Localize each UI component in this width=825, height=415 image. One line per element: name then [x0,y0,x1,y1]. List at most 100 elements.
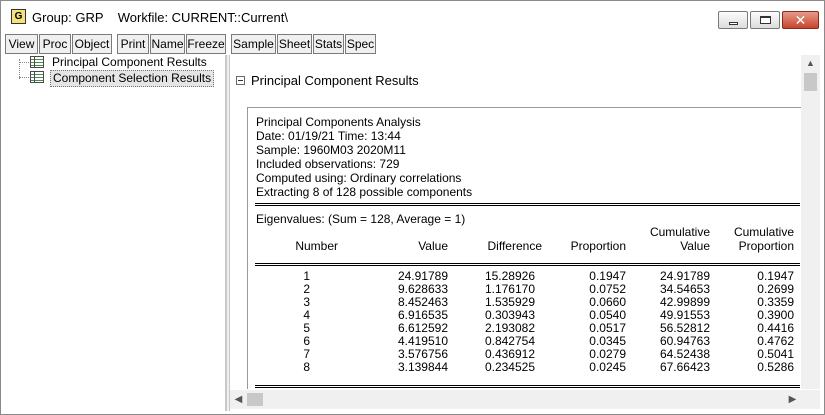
table-cell: 0.0279 [589,347,626,361]
table-cell: 3 [303,295,310,309]
table-cell: 6.916535 [397,308,448,322]
scroll-right-icon[interactable]: ▶ [784,390,801,409]
horizontal-scroll-thumb[interactable] [247,393,263,406]
collapse-minus-icon[interactable] [236,76,245,85]
table-cell: 67.66423 [659,360,710,374]
column-header: Proportion [570,239,626,253]
scrollbar-corner [801,390,820,409]
output-header-line: Principal Components Analysis [256,115,421,129]
stats-button[interactable]: Stats [313,34,344,54]
sample-button[interactable]: Sample [231,34,276,54]
scroll-up-icon[interactable]: ▲ [801,55,820,72]
table-cell: 0.0752 [589,282,626,296]
table-cell: 8 [303,360,310,374]
proc-button[interactable]: Proc [39,34,71,54]
table-cell: 0.1947 [757,269,794,283]
table-cell: 0.436912 [484,347,535,361]
table-cell: 0.0517 [589,321,626,335]
table-cell: 0.2699 [757,282,794,296]
table-cell: 0.4416 [757,321,794,335]
table-icon [30,71,44,83]
table-cell: 60.94763 [659,334,710,348]
tree-connector [19,62,29,63]
spec-button[interactable]: Spec [345,34,376,54]
table-cell: 0.3900 [757,308,794,322]
output-header-line: Date: 01/19/21 Time: 13:44 [256,129,401,143]
horizontal-scrollbar[interactable]: ◀ ▶ [230,390,801,409]
eigenvalues-caption: Eigenvalues: (Sum = 128, Average = 1) [256,212,466,226]
column-header: Difference [487,239,542,253]
table-cell: 2 [303,282,310,296]
tree-item-label: Component Selection Results [50,70,215,87]
freeze-button[interactable]: Freeze [186,34,226,54]
minimize-icon [729,22,738,25]
section-title: Principal Component Results [251,73,419,88]
table-cell: 7 [303,347,310,361]
table-cell: 34.54653 [659,282,710,296]
column-header: Proportion [738,239,794,253]
table-cell: 4 [303,308,310,322]
table-cell: 0.0245 [589,360,626,374]
table-cell: 0.4762 [757,334,794,348]
table-cell: 0.0660 [589,295,626,309]
table-rule [255,385,800,388]
column-header: Number [295,239,338,253]
table-cell: 5 [303,321,310,335]
table-cell: 9.628633 [397,282,448,296]
column-header: Cumulative [733,225,794,239]
vertical-scroll-thumb[interactable] [804,73,817,91]
table-cell: 56.52812 [659,321,710,335]
maximize-icon [760,16,771,24]
print-button[interactable]: Print [117,34,149,54]
results-tree: Principal Component Results Component Se… [6,55,226,411]
table-cell: 0.0540 [589,308,626,322]
vertical-scrollbar[interactable]: ▲ [801,55,820,389]
maximize-button[interactable] [750,11,780,29]
output-header-line: Extracting 8 of 128 possible components [256,185,473,199]
table-cell: 6.612592 [397,321,448,335]
table-cell: 0.0345 [589,334,626,348]
column-header: Value [418,239,448,253]
table-cell: 64.52438 [659,347,710,361]
window-title: Group: GRP Workfile: CURRENT::Current\ [32,10,288,25]
output-pane: Principal Component Results Principal Co… [230,55,801,389]
tree-connector [19,77,29,78]
table-cell: 0.1947 [589,269,626,283]
scroll-left-icon[interactable]: ◀ [230,390,247,409]
output-header-line: Computed using: Ordinary correlations [256,171,462,185]
table-rule [255,263,800,266]
minimize-button[interactable] [718,11,748,29]
table-cell: 0.842754 [484,334,535,348]
title-bar[interactable]: G Group: GRP Workfile: CURRENT::Current\… [1,1,824,32]
table-cell: 2.193082 [484,321,535,335]
table-cell: 49.91553 [659,308,710,322]
table-cell: 1.176170 [484,282,535,296]
name-button[interactable]: Name [150,34,185,54]
column-header: Cumulative [649,225,710,239]
sheet-button[interactable]: Sheet [277,34,312,54]
close-icon: ✕ [794,12,807,28]
output-header-line: Sample: 1960M03 2020M11 [256,143,406,157]
table-cell: 6 [303,334,310,348]
table-cell: 1 [303,269,310,283]
table-cell: 0.5041 [757,347,794,361]
table-cell: 8.452463 [397,295,448,309]
table-cell: 24.91789 [659,269,710,283]
table-cell: 0.5286 [757,360,794,374]
table-cell: 3.576756 [397,347,448,361]
table-cell: 15.28926 [484,269,535,283]
tree-item-label: Principal Component Results [52,55,207,69]
table-cell: 0.303943 [484,308,535,322]
table-cell: 3.139844 [397,360,448,374]
column-header: Value [680,239,710,253]
close-button[interactable]: ✕ [782,11,819,29]
table-cell: 24.91789 [397,269,448,283]
table-rule [255,203,800,206]
table-cell: 42.99899 [659,295,710,309]
object-button[interactable]: Object [72,34,112,54]
table-cell: 1.535929 [484,295,535,309]
view-button[interactable]: View [5,34,38,54]
table-cell: 4.419510 [397,334,448,348]
table-cell: 0.234525 [484,360,535,374]
table-cell: 0.3359 [757,295,794,309]
